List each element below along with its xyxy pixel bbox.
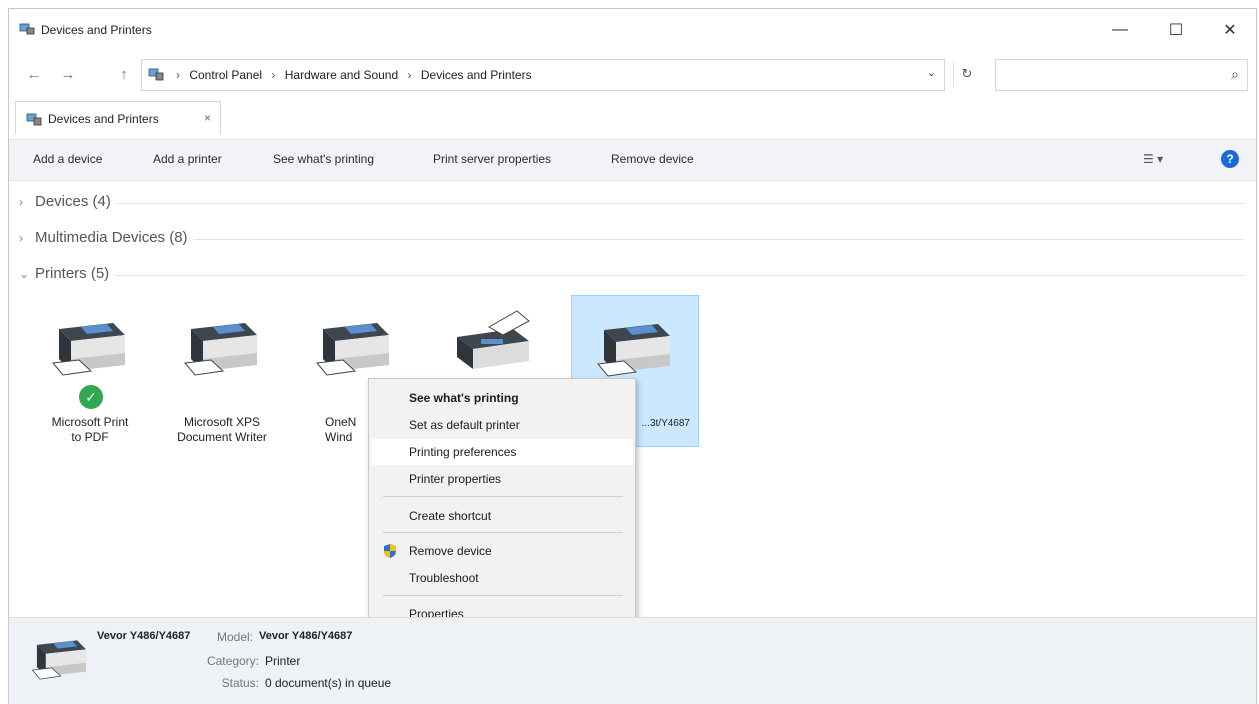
breadcrumb-control-panel[interactable]: Control Panel xyxy=(189,68,262,82)
menu-item-label: Remove device xyxy=(409,544,492,558)
title-bar: Devices and Printers — ☐ ✕ xyxy=(9,9,1256,51)
details-status-value: 0 document(s) in queue xyxy=(265,676,392,690)
menu-item-set-as-default-printer[interactable]: Set as default printer xyxy=(371,412,633,438)
shield-icon xyxy=(384,544,396,558)
menu-item-printing-preferences[interactable]: Printing preferences xyxy=(371,439,633,465)
details-device-name: Vevor Y486/Y4687 xyxy=(97,630,191,642)
details-category-key: Category: xyxy=(206,654,259,668)
close-button[interactable]: ✕ xyxy=(1207,15,1253,45)
printer-name-line-2: Document Writer xyxy=(177,430,267,444)
group-label[interactable]: Multimedia Devices (8) xyxy=(35,229,194,246)
back-arrow-icon[interactable]: ← xyxy=(23,63,45,85)
printer-name: Microsoft XPS Document Writer xyxy=(159,415,285,445)
tab-devices-and-printers[interactable]: Devices and Printers × xyxy=(15,101,221,134)
chevron-right-icon[interactable]: › xyxy=(408,68,412,82)
menu-separator xyxy=(383,532,623,533)
chevron-right-icon[interactable]: › xyxy=(271,68,275,82)
details-model-value: Vevor Y486/Y4687 xyxy=(259,630,353,642)
menu-item-troubleshoot[interactable]: Troubleshoot xyxy=(371,565,633,591)
printer-microsoft-print-to-pdf[interactable]: ✓ Microsoft Print to PDF xyxy=(27,295,153,445)
remove-device-button[interactable]: Remove device xyxy=(611,152,694,166)
menu-item-remove-device[interactable]: Remove device xyxy=(371,538,633,564)
view-options-icon[interactable]: ☰ ▾ xyxy=(1143,152,1163,166)
printer-icon xyxy=(52,323,125,376)
breadcrumb-hardware-and-sound[interactable]: Hardware and Sound xyxy=(285,68,398,82)
chevron-right-icon[interactable]: › xyxy=(19,195,23,209)
menu-separator xyxy=(383,496,623,497)
add-printer-button[interactable]: Add a printer xyxy=(153,152,222,166)
context-menu: See what's printing Set as default print… xyxy=(368,378,636,633)
details-category-value: Printer xyxy=(265,654,301,668)
printer-name-line-1: Microsoft Print xyxy=(51,415,129,429)
tab-label: Devices and Printers xyxy=(48,112,159,126)
see-whats-printing-button[interactable]: See what's printing xyxy=(273,152,374,166)
group-label[interactable]: Printers (5) xyxy=(35,265,116,282)
help-icon[interactable]: ? xyxy=(1221,150,1239,168)
menu-item-printer-properties[interactable]: Printer properties xyxy=(371,466,633,492)
breadcrumb-devices-and-printers[interactable]: Devices and Printers xyxy=(421,68,532,82)
menu-item-create-shortcut[interactable]: Create shortcut xyxy=(371,503,633,529)
printer-icon xyxy=(31,640,87,680)
address-bar[interactable]: › Control Panel › Hardware and Sound › D… xyxy=(141,59,945,91)
menu-separator xyxy=(383,595,623,596)
chevron-right-icon: › xyxy=(176,68,180,82)
details-status-key: Status: xyxy=(221,676,259,690)
fax-icon xyxy=(457,310,530,369)
group-divider xyxy=(35,239,1244,240)
menu-item-label: Troubleshoot xyxy=(409,571,479,585)
menu-item-see-whats-printing[interactable]: See what's printing xyxy=(371,385,633,411)
group-label[interactable]: Devices (4) xyxy=(35,193,117,210)
close-icon[interactable]: × xyxy=(204,111,211,125)
refresh-icon[interactable]: ↻ xyxy=(953,61,980,87)
print-server-properties-button[interactable]: Print server properties xyxy=(433,152,551,166)
details-pane: Vevor Y486/Y4687 Model: Vevor Y486/Y4687… xyxy=(9,617,1256,704)
menu-item-label: Printer properties xyxy=(409,472,502,486)
printer-icon xyxy=(316,323,389,376)
devices-printers-icon xyxy=(26,113,42,126)
minimize-button[interactable]: — xyxy=(1097,15,1143,45)
group-multimedia-devices[interactable]: › Multimedia Devices (8) xyxy=(19,229,1244,249)
forward-arrow-icon[interactable]: → xyxy=(57,63,79,85)
menu-item-label: Printing preferences xyxy=(409,445,517,459)
menu-item-label: See what's printing xyxy=(409,391,519,405)
printer-icon xyxy=(184,323,257,376)
devices-printers-icon xyxy=(19,23,35,35)
chevron-down-icon[interactable]: ⌄ xyxy=(927,66,936,79)
navigation-bar: ← → ↑ › Control Panel › Hardware and Sou… xyxy=(9,55,1256,95)
menu-item-label: Create shortcut xyxy=(409,509,492,523)
printer-microsoft-xps-document-writer[interactable]: Microsoft XPS Document Writer xyxy=(159,295,285,445)
menu-item-label: Set as default printer xyxy=(409,418,520,432)
chevron-right-icon[interactable]: › xyxy=(19,231,23,245)
chevron-down-icon[interactable]: ⌄ xyxy=(19,267,29,281)
default-printer-check-icon: ✓ xyxy=(77,383,105,411)
devices-and-printers-window: Devices and Printers — ☐ ✕ ← → ↑ › Contr… xyxy=(8,8,1257,704)
control-panel-icon xyxy=(148,68,164,81)
up-arrow-icon[interactable]: ↑ xyxy=(113,63,135,85)
command-bar: Add a device Add a printer See what's pr… xyxy=(9,139,1256,181)
maximize-button[interactable]: ☐ xyxy=(1153,15,1199,45)
group-divider xyxy=(35,275,1244,276)
printer-name: Microsoft Print to PDF xyxy=(27,415,153,445)
search-icon[interactable]: ⌕ xyxy=(1231,66,1239,83)
search-input[interactable]: ⌕ xyxy=(995,59,1248,91)
window-title: Devices and Printers xyxy=(41,23,152,37)
group-divider xyxy=(35,203,1244,204)
printer-name-line-2: to PDF xyxy=(71,430,109,444)
add-device-button[interactable]: Add a device xyxy=(33,152,102,166)
group-printers[interactable]: ⌄ Printers (5) xyxy=(19,265,1244,285)
printer-icon xyxy=(597,324,670,377)
breadcrumb: › Control Panel › Hardware and Sound › D… xyxy=(170,68,532,82)
printer-name-line-1: Microsoft XPS xyxy=(183,415,261,429)
group-devices[interactable]: › Devices (4) xyxy=(19,193,1244,213)
